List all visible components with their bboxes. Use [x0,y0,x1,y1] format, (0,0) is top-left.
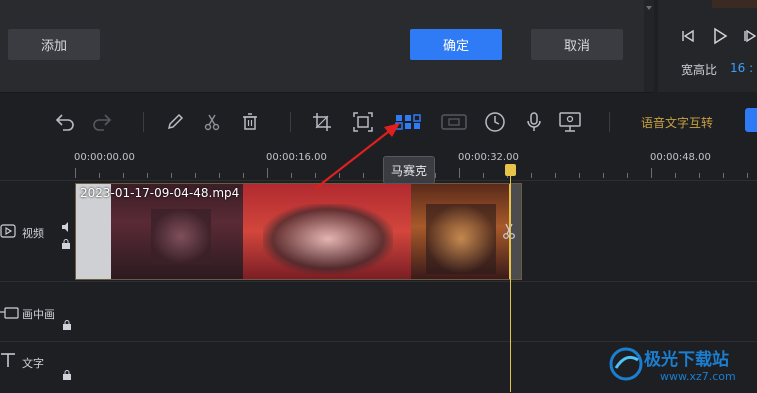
export-tab[interactable] [745,108,757,132]
ruler-tick [147,173,148,178]
pip-track-label: 画中画 [22,308,55,321]
ruler-label: 00:00:48.00 [650,152,711,163]
freeze-frame-icon[interactable] [440,110,468,134]
text-track-icon [0,352,16,372]
undo-icon[interactable] [52,110,76,134]
ruler-tick [99,173,100,178]
ruler-tick [675,173,676,178]
ruler-tick [267,168,268,178]
speed-clock-icon[interactable] [483,110,507,134]
pip-track-icon [0,304,20,324]
ruler-tick [651,168,652,178]
watermark-url: www.xz7.com [660,370,736,383]
ruler-tick [75,168,76,178]
video-track-label: 视频 [22,227,44,240]
clip-filename: 2023-01-17-09-04-48.mp4 [80,186,240,200]
ruler-tick [747,173,748,178]
ruler-tick [459,168,460,178]
confirm-button[interactable]: 确定 [410,29,502,60]
ruler-tick [483,173,484,178]
redo-icon[interactable] [91,110,115,134]
lock-icon[interactable] [62,315,72,334]
trash-icon[interactable] [238,110,262,134]
playhead-handle[interactable] [505,164,516,176]
previous-frame-icon[interactable] [680,28,696,48]
video-track-icon [0,223,16,243]
ruler-tick [579,173,580,178]
ruler-tick [603,173,604,178]
toolbar-divider [143,112,144,132]
lock-icon[interactable] [62,365,72,384]
lock-icon[interactable] [61,234,71,253]
scissors-icon[interactable] [200,110,224,134]
playhead-line[interactable] [510,170,511,392]
toolbar-divider [290,112,291,132]
ruler-label: 00:00:32.00 [458,152,519,163]
ruler-tick [531,173,532,178]
split-scissors-icon[interactable] [503,222,515,244]
ruler-tick [627,173,628,178]
speech-to-text-button[interactable]: 语音文字互转 [641,114,713,131]
clip-frame [411,184,511,279]
ruler-tick [171,173,172,178]
ruler-label: 00:00:00.00 [74,152,135,163]
watermark-name: 极光下载站 [644,350,729,370]
ruler-tick [219,173,220,178]
aspect-ratio-value[interactable]: 16 : [730,61,753,75]
ruler-tick [723,173,724,178]
add-button[interactable]: 添加 [8,29,100,60]
annotation-arrow-icon [315,123,400,189]
ruler-tick [291,173,292,178]
pip-track[interactable] [0,281,757,342]
screen-record-icon[interactable] [558,110,582,134]
dialog-scrollbar[interactable] [644,0,654,92]
cancel-button[interactable]: 取消 [531,29,623,60]
ruler-tick [699,173,700,178]
ruler-tick [195,173,196,178]
watermark-logo-icon [608,346,644,386]
text-track-label: 文字 [22,357,44,370]
scroll-down-arrow-icon[interactable] [646,6,652,10]
preview-thumbnail [712,0,757,8]
clip-frame [243,184,411,279]
ruler-tick [243,173,244,178]
video-clip[interactable]: 2023-01-17-09-04-48.mp4 [75,183,522,280]
microphone-icon[interactable] [522,110,546,134]
aspect-ratio-label: 宽高比 [681,63,718,77]
ruler-tick [123,173,124,178]
pen-icon[interactable] [163,110,187,134]
ruler-tick [435,173,436,178]
toolbar-divider [609,112,610,132]
ruler-tick [555,173,556,178]
play-icon[interactable] [711,27,729,49]
next-frame-icon[interactable] [742,28,757,48]
